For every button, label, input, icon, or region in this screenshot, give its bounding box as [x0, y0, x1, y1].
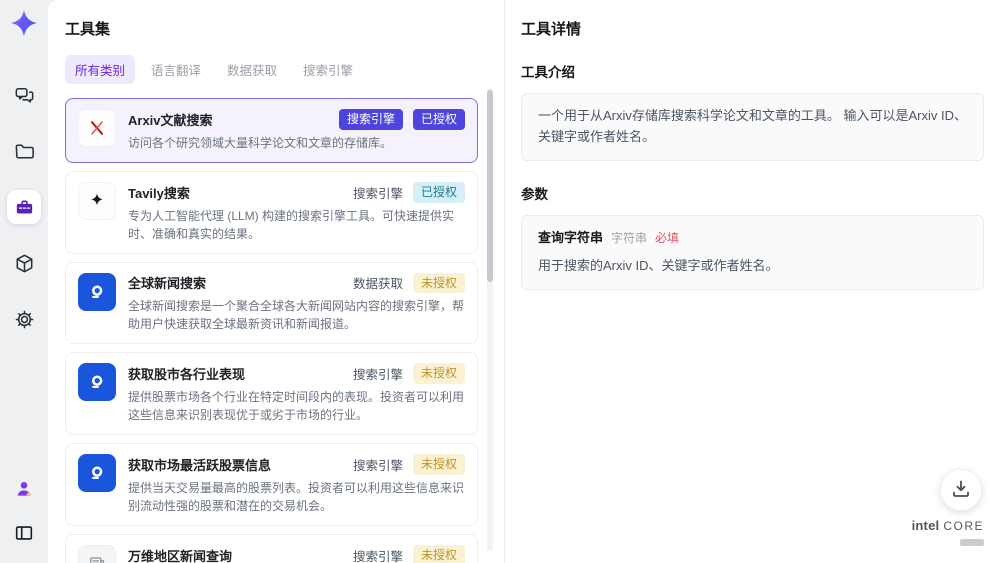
folder-icon	[13, 140, 36, 163]
download-icon	[949, 477, 973, 504]
sidebar-item-cube[interactable]	[7, 246, 41, 280]
tool-description: 访问各个研究领域大量科学论文和文章的存储库。	[128, 135, 393, 150]
tool-name: 全球新闻搜索	[128, 276, 207, 292]
details-title: 工具详情	[521, 21, 582, 38]
download-button[interactable]	[940, 469, 982, 511]
intel-brand-text: intel	[911, 518, 940, 533]
tool-card[interactable]: 万维地区新闻查询搜索引擎未授权查询具体行政区划内的新闻，快速了解各地新闻动	[65, 533, 478, 563]
cube-icon	[13, 252, 36, 275]
intro-heading: 工具介绍	[521, 65, 575, 80]
tool-card[interactable]: 获取股市各行业表现 搜索引擎 未授权提供股票市场各个行业在特定时间段内的表现。投资者…	[65, 352, 478, 436]
param-type: 字符串	[611, 230, 648, 245]
bocha-search-icon	[78, 454, 116, 493]
sidebar-item-folder[interactable]	[7, 134, 41, 168]
scrollbar-thumb[interactable]	[487, 90, 493, 282]
sidebar-item-collapse-panel[interactable]	[7, 516, 41, 550]
chat-icon	[13, 84, 36, 107]
bocha-search-icon	[78, 272, 116, 311]
tools-panel: 工具集 所有类别 语言翻译 数据获取 搜索引擎 Arxiv文献搜索 搜索引擎 已授权 访问各…	[48, 0, 505, 563]
tool-auth-badge: 未授权	[412, 363, 465, 385]
app-logo[interactable]	[10, 9, 38, 42]
param-card: 查询字符串 字符串 必填 用于搜索的Arxiv ID、关键字或作者姓名。	[521, 214, 984, 291]
intro-card: 一个用于从Arxiv存储库搜索科学论文和文章的工具。 输入可以是Arxiv ID…	[521, 93, 984, 161]
tool-auth-badge: 未授权	[412, 272, 465, 294]
app-logo-star-icon	[10, 9, 38, 42]
collapse-panel-icon	[13, 522, 35, 544]
tool-card[interactable]: 全球新闻搜索 数据获取 未授权全球新闻搜索是一个聚合全球各大新闻网站内容的搜索引擎，…	[65, 261, 478, 345]
tool-card[interactable]: Arxiv文献搜索 搜索引擎 已授权访问各个研究领域大量科学论文和文章的存储库。	[65, 98, 478, 163]
tool-category-badge: 搜索引擎	[352, 459, 403, 474]
tool-auth-badge: 未授权	[412, 544, 465, 563]
tool-category-badge: 搜索引擎	[352, 549, 403, 563]
param-required-badge: 必填	[655, 230, 680, 245]
tool-auth-badge: 已授权	[412, 181, 465, 203]
param-name: 查询字符串	[538, 229, 604, 245]
tool-category-badge: 搜索引擎	[352, 186, 403, 201]
tool-description: 全球新闻搜索是一个聚合全球各大新闻网站内容的搜索引擎，帮助用户快速获取全球最新资…	[128, 299, 465, 332]
main-surface: 工具集 所有类别 语言翻译 数据获取 搜索引擎 Arxiv文献搜索 搜索引擎 已授权 访问各…	[48, 0, 1000, 563]
tool-category-badge: 搜索引擎	[338, 109, 403, 130]
intel-core-logo: intel CORE	[912, 518, 984, 551]
tab-category-2[interactable]: 数据获取	[217, 55, 287, 84]
intro-text: 一个用于从Arxiv存储库搜索科学论文和文章的工具。 输入可以是Arxiv ID…	[538, 108, 968, 144]
sidebar-item-chat[interactable]	[7, 78, 41, 112]
tool-category-badge: 搜索引擎	[352, 368, 403, 383]
sidebar-nav	[7, 67, 41, 347]
tool-card[interactable]: Tavily搜索 搜索引擎 已授权专为人工智能代理 (LLM) 构建的搜索引擎工具。…	[65, 170, 478, 254]
param-description: 用于搜索的Arxiv ID、关键字或作者姓名。	[538, 258, 779, 274]
news-icon	[78, 544, 116, 563]
tools-panel-title: 工具集	[65, 21, 111, 38]
toolbox-icon	[13, 196, 36, 219]
tools-list: Arxiv文献搜索 搜索引擎 已授权 访问各个研究领域大量科学论文和文章的存储库。 Ta…	[65, 98, 478, 563]
tool-category-badge: 数据获取	[352, 277, 403, 292]
tool-name: Arxiv文献搜索	[128, 112, 213, 128]
intel-ultra-badge	[960, 539, 984, 546]
user-icon	[13, 478, 35, 500]
sidebar-item-toolbox[interactable]	[7, 190, 41, 224]
tool-name: 获取市场最活跃股票信息	[128, 458, 272, 474]
sidebar-item-settings[interactable]	[7, 302, 41, 336]
sidebar-bottom	[7, 467, 41, 555]
tab-category-0[interactable]: 所有类别	[65, 55, 136, 84]
sidebar	[0, 0, 48, 563]
settings-icon	[13, 308, 36, 331]
arxiv-icon	[78, 109, 116, 147]
category-tabs: 所有类别 语言翻译 数据获取 搜索引擎	[65, 55, 504, 84]
tab-category-1[interactable]: 语言翻译	[141, 55, 211, 84]
tool-details-panel: 工具详情 工具介绍 一个用于从Arxiv存储库搜索科学论文和文章的工具。 输入可…	[505, 0, 1000, 563]
sidebar-item-user[interactable]	[7, 472, 41, 506]
tool-description: 专为人工智能代理 (LLM) 构建的搜索引擎工具。可快速提供实时、准确和真实的结…	[128, 208, 455, 241]
tool-name: Tavily搜索	[128, 185, 190, 201]
list-scrollbar	[487, 88, 493, 551]
tool-name: 万维地区新闻查询	[128, 548, 233, 563]
tool-auth-badge: 已授权	[412, 109, 465, 130]
params-heading: 参数	[521, 186, 548, 202]
tab-category-3[interactable]: 搜索引擎	[293, 55, 363, 84]
app-window: 工具集 所有类别 语言翻译 数据获取 搜索引擎 Arxiv文献搜索 搜索引擎 已授权 访问各…	[0, 0, 1000, 563]
core-brand-text: CORE	[943, 519, 984, 533]
tavily-icon	[78, 181, 116, 220]
tool-description: 提供股票市场各个行业在特定时间段内的表现。投资者可以利用这些信息来识别表现优于或…	[128, 390, 465, 423]
bocha-search-icon	[78, 363, 116, 402]
tool-description: 提供当天交易量最高的股票列表。投资者可以利用这些信息来识别流动性强的股票和潜在的…	[128, 480, 465, 513]
tool-card[interactable]: 获取市场最活跃股票信息 搜索引擎 未授权提供当天交易量最高的股票列表。投资者可以利用…	[65, 443, 478, 526]
tool-auth-badge: 未授权	[412, 454, 465, 475]
tool-name: 获取股市各行业表现	[128, 367, 246, 383]
